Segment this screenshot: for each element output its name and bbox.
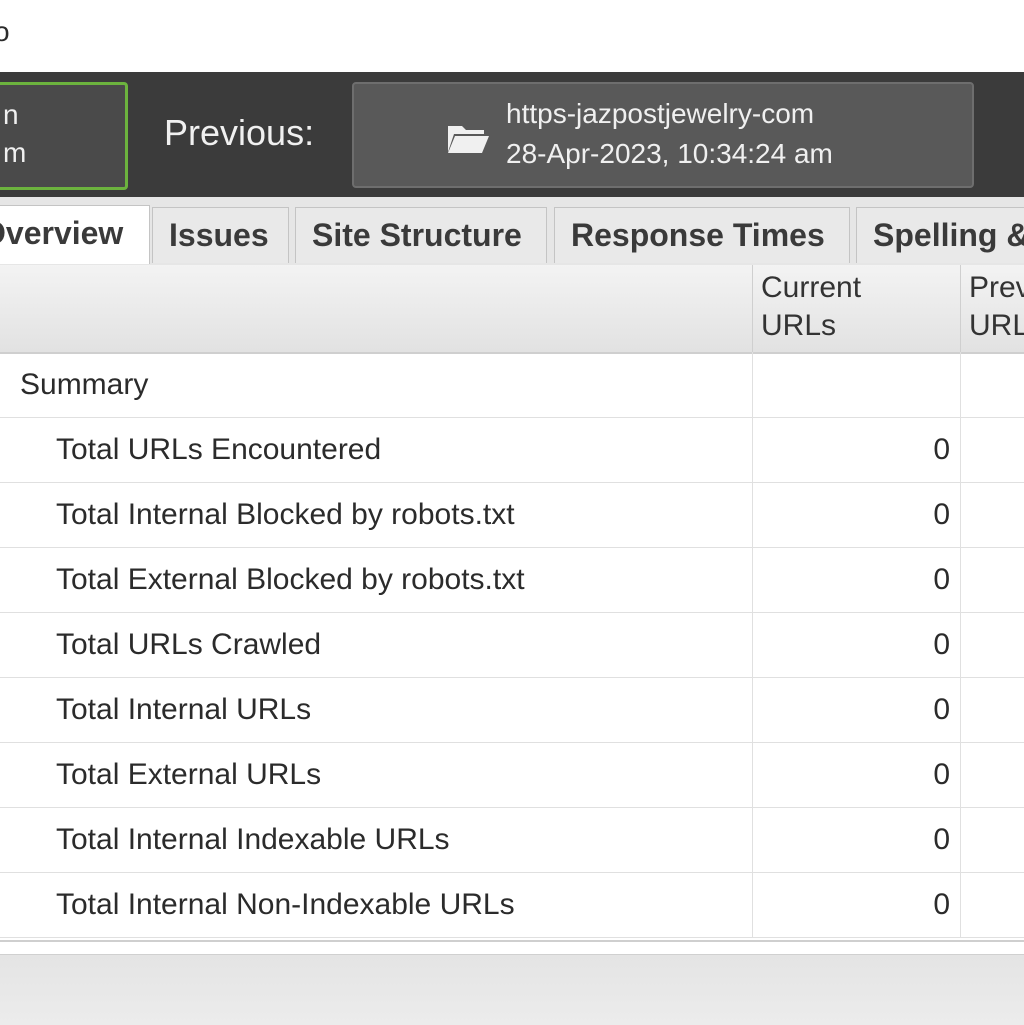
previous-crawl-name: https-jazpostjewelry-com: [506, 98, 815, 129]
column-header-line2: URLs: [761, 309, 837, 342]
compare-toolbar: n m Previous: https-jazpostjewelry-com 2…: [0, 72, 1024, 197]
table-row[interactable]: Total External Blocked by robots.txt 0: [0, 547, 1024, 613]
table-bottom-border: [0, 940, 1024, 942]
tab-overview[interactable]: Overview: [0, 205, 150, 264]
row-current-value: 0: [933, 628, 950, 661]
group-label: Summary: [20, 368, 149, 401]
table-row[interactable]: Total URLs Crawled 0: [0, 612, 1024, 678]
current-crawl-button[interactable]: n m: [0, 82, 128, 190]
row-label: Total External Blocked by robots.txt: [56, 563, 525, 596]
row-current-value: 0: [933, 563, 950, 596]
previous-crawl-date: 28-Apr-2023, 10:34:24 am: [506, 138, 833, 169]
current-crawl-line1: n: [3, 99, 19, 130]
row-label: Total Internal Blocked by robots.txt: [56, 498, 515, 531]
tab-issues[interactable]: Issues: [152, 207, 289, 263]
table-row[interactable]: Total Internal Blocked by robots.txt 0: [0, 482, 1024, 548]
table-row[interactable]: Total Internal Indexable URLs 0: [0, 807, 1024, 873]
table-row[interactable]: Total External URLs 0: [0, 742, 1024, 808]
row-current-value: 0: [933, 823, 950, 856]
row-current-value: 0: [933, 498, 950, 531]
table-row[interactable]: Total Internal URLs 0: [0, 677, 1024, 743]
menu-item[interactable]: o: [0, 16, 10, 48]
tab-bar: Overview Issues Site Structure Response …: [0, 197, 1024, 266]
row-current-value: 0: [933, 693, 950, 726]
row-label: Total URLs Crawled: [56, 628, 322, 661]
column-header-line1: Current: [761, 271, 862, 304]
previous-crawl-button[interactable]: https-jazpostjewelry-com 28-Apr-2023, 10…: [352, 82, 974, 188]
bottom-panel: [0, 954, 1024, 1025]
column-header-line1: Prev: [969, 271, 1024, 304]
menu-bar: o: [0, 0, 1024, 72]
group-row-summary[interactable]: Summary: [0, 352, 1024, 418]
row-label: Total Internal Indexable URLs: [56, 823, 450, 856]
table-row[interactable]: Total Internal Non-Indexable URLs 0: [0, 872, 1024, 938]
folder-open-icon: [448, 126, 489, 153]
row-current-value: 0: [933, 433, 950, 466]
table-header: Current URLs Prev URL: [0, 265, 1024, 354]
tab-spelling[interactable]: Spelling &: [856, 207, 1024, 263]
column-header-previous-urls[interactable]: Prev URL: [960, 265, 1024, 352]
row-label: Total Internal URLs: [56, 693, 312, 726]
row-current-value: 0: [933, 888, 950, 921]
row-label: Total External URLs: [56, 758, 322, 791]
column-header-current-urls[interactable]: Current URLs: [752, 265, 960, 352]
table-row[interactable]: Total URLs Encountered 0: [0, 417, 1024, 483]
tab-response-times[interactable]: Response Times: [554, 207, 850, 263]
row-current-value: 0: [933, 758, 950, 791]
tab-site-structure[interactable]: Site Structure: [295, 207, 547, 263]
row-label: Total URLs Encountered: [56, 433, 382, 466]
row-label: Total Internal Non-Indexable URLs: [56, 888, 515, 921]
column-header-line2: URL: [969, 309, 1024, 342]
current-crawl-line2: m: [3, 137, 27, 168]
previous-label: Previous:: [164, 112, 315, 153]
